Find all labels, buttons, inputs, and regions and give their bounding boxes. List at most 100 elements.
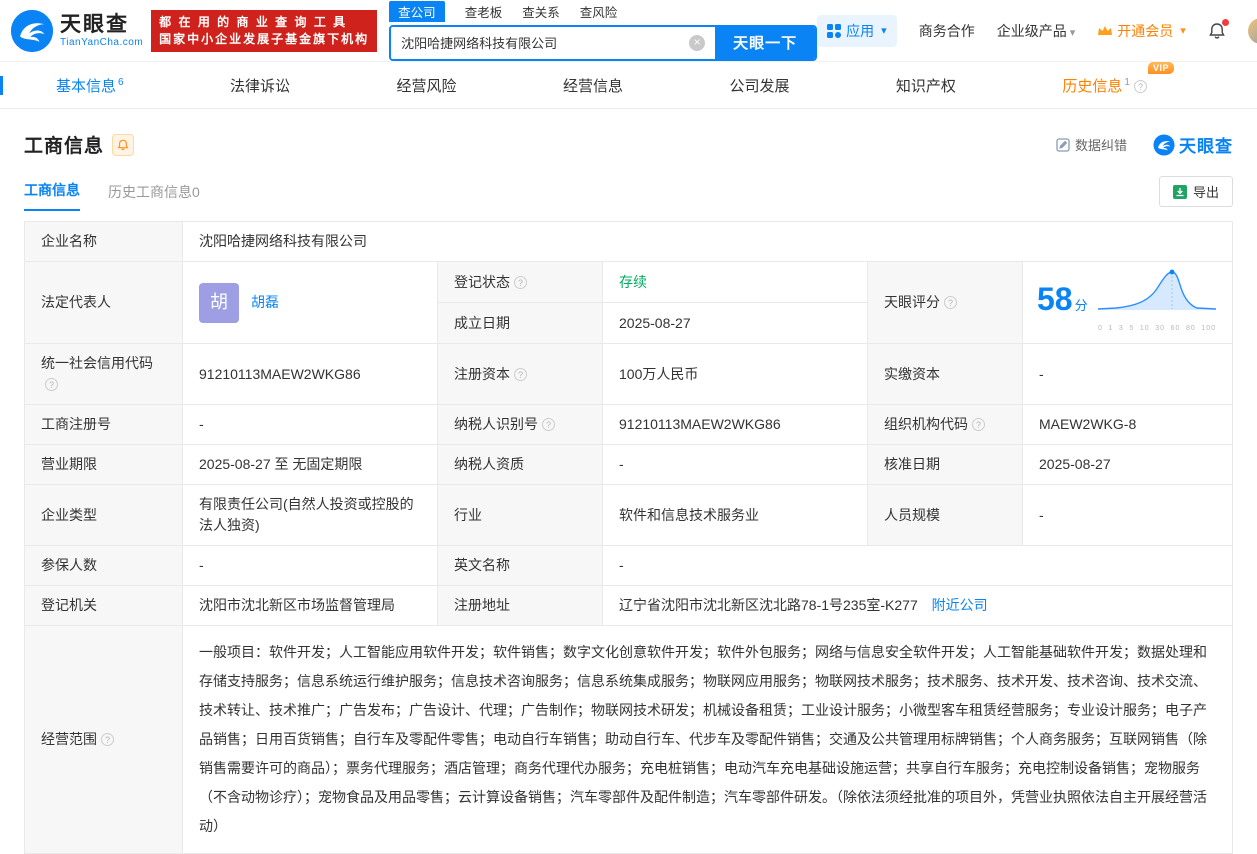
org-code-value: MAEW2WKG-8 (1022, 404, 1233, 445)
industry-label: 行业 (437, 484, 603, 546)
data-correction-button[interactable]: 数据纠错 (1056, 135, 1127, 154)
tianyancha-watermark: 天眼查 (1153, 132, 1233, 157)
registry-value: 沈阳市沈北新区市场监督管理局 (182, 585, 438, 626)
help-icon[interactable] (514, 367, 527, 381)
company-type-value: 有限责任公司(自然人投资或控股的法人独资) (182, 484, 438, 546)
subtab-business-info[interactable]: 工商信息 (24, 180, 80, 211)
business-term-value: 2025-08-27 至 无固定期限 (182, 444, 438, 485)
table-row: 经营范围 一般项目：软件开发；人工智能应用软件开发；软件销售；数字文化创意软件开… (24, 625, 1233, 854)
main-content: 工商信息 数据纠错 天眼查 工商信息 历史工商信息0 导出 企业名称 沈阳哈捷网… (0, 131, 1257, 854)
top-navigation: 应用 商务合作 企业级产品 开通会员 超级风... (817, 14, 1257, 47)
tab-operating-risk[interactable]: 经营风险 (397, 75, 457, 96)
table-row: 登记机关 沈阳市沈北新区市场监督管理局 注册地址 辽宁省沈阳市沈北新区沈北路78… (24, 585, 1233, 626)
user-account[interactable]: 超级风... (1247, 17, 1257, 44)
top-header: 天眼查 TianYanCha.com 都 在 用 的 商 业 查 询 工 具 国… (0, 0, 1257, 62)
paid-capital-label: 实缴资本 (867, 343, 1023, 405)
slogan-badge: 都 在 用 的 商 业 查 询 工 具 国家中小企业发展子基金旗下机构 (151, 9, 378, 52)
brand-name: 天眼查 (60, 13, 129, 36)
org-code-label-cell: 组织机构代码 (867, 404, 1023, 445)
search-type-tabs: 查公司 查老板 查关系 查风险 (389, 0, 817, 22)
crown-icon (1098, 25, 1113, 35)
notification-dot (1221, 18, 1229, 26)
enterprise-label: 企业级产品 (996, 22, 1067, 39)
section-title: 工商信息 (24, 136, 105, 157)
company-section-tabs: 基本信息 6 法律诉讼 经营风险 经营信息 公司发展 知识产权 VIP 历史信息 1 (0, 61, 1257, 109)
table-row: 法定代表人 胡 胡磊 登记状态 存续 天眼评分 58分 (24, 261, 1233, 344)
business-term-label: 营业期限 (24, 444, 183, 485)
tab-intellectual-property[interactable]: 知识产权 (896, 75, 956, 96)
tab-history-count: 1 (1124, 76, 1130, 88)
monitor-bell-button[interactable] (112, 133, 135, 156)
table-row: 营业期限 2025-08-27 至 无固定期限 纳税人资质 - 核准日期 202… (24, 444, 1233, 485)
legal-rep-avatar[interactable]: 胡 (199, 282, 239, 323)
org-code-label: 组织机构代码 (884, 416, 968, 432)
nav-enterprise-products[interactable]: 企业级产品 (997, 21, 1076, 41)
legal-rep-name-link[interactable]: 胡磊 (251, 292, 279, 313)
tianyan-score[interactable]: 58 分 0 1 3 5 10 30 60 80 100 (1037, 266, 1218, 339)
table-row: 参保人数 - 英文名称 - (24, 545, 1233, 586)
taxpayer-id-value: 91210113MAEW2WKG86 (602, 404, 868, 445)
help-icon[interactable] (45, 378, 58, 391)
established-label: 成立日期 (437, 302, 603, 344)
data-correction-label: 数据纠错 (1074, 138, 1127, 153)
subtab-history-business-info[interactable]: 历史工商信息0 (108, 182, 200, 211)
subtabs: 工商信息 历史工商信息0 导出 (24, 176, 1233, 211)
notification-bell[interactable] (1208, 18, 1229, 40)
insured-count-value: - (182, 545, 438, 586)
table-row: 统一社会信用代码 91210113MAEW2WKG86 注册资本 100万人民币… (24, 343, 1233, 405)
user-avatar (1247, 17, 1257, 44)
business-scope-label: 经营范围 (41, 731, 97, 747)
bell-icon (117, 139, 129, 150)
address-cell: 辽宁省沈阳市沈北新区沈北路78-1号235室-K277 附近公司 (602, 585, 1233, 626)
apps-label: 应用 (846, 22, 875, 39)
help-icon[interactable] (944, 296, 957, 309)
scroll-indicator (0, 76, 3, 95)
business-scope-value: 一般项目：软件开发；人工智能应用软件开发；软件销售；数字文化创意软件开发；软件外… (182, 625, 1233, 854)
search-tab-boss[interactable]: 查老板 (465, 2, 503, 21)
nearby-companies-link[interactable]: 附近公司 (932, 597, 988, 613)
search-input[interactable] (391, 26, 690, 59)
nav-business-cooperation[interactable]: 商务合作 (919, 21, 975, 41)
apps-menu[interactable]: 应用 (817, 14, 897, 47)
legal-rep-label: 法定代表人 (24, 261, 183, 344)
established-value: 2025-08-27 (602, 302, 868, 344)
tab-operating-info[interactable]: 经营信息 (563, 75, 623, 96)
reg-status-label: 登记状态 (454, 273, 510, 290)
english-name-value: - (602, 545, 1233, 586)
slogan-line2: 国家中小企业发展子基金旗下机构 (159, 31, 370, 46)
tab-basic-label: 基本信息 (56, 77, 117, 95)
address-value: 辽宁省沈阳市沈北新区沈北路78-1号235室-K277 (619, 597, 918, 613)
vip-label: 开通会员 (1117, 22, 1174, 39)
brand-text: 天眼查 (1179, 137, 1233, 156)
grid-icon (827, 23, 842, 38)
nav-open-vip[interactable]: 开通会员 (1097, 21, 1186, 41)
help-icon[interactable] (101, 733, 114, 746)
score-axis-ticks: 0 1 3 5 10 30 60 80 100 (1098, 325, 1216, 332)
approval-date-value: 2025-08-27 (1022, 444, 1233, 485)
help-icon[interactable] (1133, 79, 1147, 93)
tab-company-development[interactable]: 公司发展 (729, 75, 789, 96)
tab-basic-info[interactable]: 基本信息 6 (56, 75, 124, 96)
vip-badge: VIP (1147, 61, 1174, 74)
paid-capital-value: - (1022, 343, 1233, 405)
tab-history-info[interactable]: VIP 历史信息 1 (1062, 61, 1174, 96)
search-tab-relation[interactable]: 查关系 (522, 2, 560, 21)
company-name-label: 企业名称 (24, 221, 183, 262)
tab-history-label: 历史信息 (1062, 77, 1123, 95)
tianyancha-logo[interactable]: 天眼查 TianYanCha.com (10, 9, 143, 53)
table-row: 工商注册号 - 纳税人识别号 91210113MAEW2WKG86 组织机构代码… (24, 404, 1233, 445)
search-button[interactable]: 天眼一下 (715, 26, 816, 59)
export-button[interactable]: 导出 (1158, 176, 1233, 207)
tab-legal-proceedings[interactable]: 法律诉讼 (230, 75, 290, 96)
search-tab-risk[interactable]: 查风险 (580, 2, 618, 21)
clear-search-icon[interactable] (689, 34, 706, 51)
help-icon[interactable] (542, 418, 555, 431)
credit-code-label-cell: 统一社会信用代码 (24, 343, 183, 405)
help-icon[interactable] (514, 275, 527, 289)
legal-rep-cell: 胡 胡磊 (182, 261, 438, 344)
taxpayer-id-label-cell: 纳税人识别号 (437, 404, 603, 445)
search-tab-company[interactable]: 查公司 (389, 0, 445, 22)
reg-capital-value: 100万人民币 (602, 343, 868, 405)
help-icon[interactable] (972, 418, 985, 431)
slogan-line1: 都 在 用 的 商 业 查 询 工 具 (159, 14, 348, 29)
